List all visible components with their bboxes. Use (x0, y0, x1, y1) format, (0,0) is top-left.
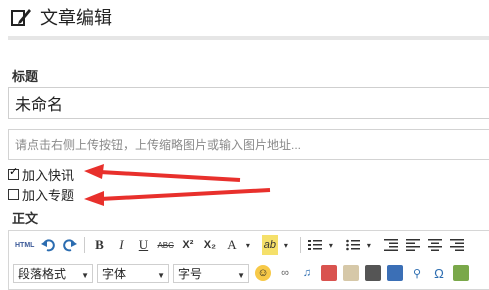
flash-news-checkbox[interactable]: ✓ (8, 166, 19, 180)
ordered-list-icon[interactable] (307, 235, 323, 255)
editor-toolbar-row1: HTML B I U ABC X² X₂ A ▾ ab ▾ ▾ ▾ (9, 231, 489, 259)
chevron-down-icon: ▼ (237, 270, 245, 280)
image-icon[interactable] (321, 265, 337, 281)
page-title: 文章编辑 (40, 8, 112, 28)
chevron-down-icon[interactable]: ▾ (278, 235, 294, 255)
chevron-down-icon[interactable]: ▾ (240, 235, 256, 255)
annotation-arrow-2 (84, 188, 271, 206)
align-right-icon[interactable] (449, 235, 465, 255)
line-height-icon[interactable] (383, 235, 399, 255)
toolbar-separator (84, 237, 86, 253)
music-icon[interactable]: ♫ (299, 265, 315, 281)
undo-icon[interactable] (40, 235, 56, 255)
rich-text-editor[interactable]: HTML B I U ABC X² X₂ A ▾ ab ▾ ▾ ▾ 段落格式 ▼… (8, 230, 489, 290)
thumbnail-url-input[interactable] (8, 129, 489, 160)
chevron-down-icon: ▼ (81, 270, 89, 280)
map-icon[interactable] (387, 265, 403, 281)
body-label: 正文 (12, 211, 39, 226)
superscript-button[interactable]: X² (180, 235, 196, 255)
edit-icon (11, 9, 31, 26)
topic-checkbox[interactable] (8, 189, 19, 200)
font-family-dropdown[interactable]: 字体 ▼ (97, 263, 169, 283)
italic-button[interactable]: I (113, 235, 129, 255)
chevron-down-icon[interactable]: ▾ (361, 235, 377, 255)
bold-button[interactable]: B (91, 235, 107, 255)
special-char-icon[interactable]: Ω (431, 265, 447, 281)
chevron-down-icon[interactable]: ▾ (323, 235, 339, 255)
title-label: 标题 (12, 69, 39, 84)
editor-toolbar-row2: 段落格式 ▼ 字体 ▼ 字号 ▼ ☺ ∞ ♫ ⚲ Ω (9, 261, 489, 285)
strikethrough-button[interactable]: ABC (157, 235, 173, 255)
topic-label: 加入专题 (22, 188, 75, 203)
subscript-button[interactable]: X₂ (202, 235, 218, 255)
option-flash-news[interactable]: ✓ 加入快讯 (8, 165, 74, 184)
html-source-button[interactable]: HTML (15, 242, 34, 249)
paragraph-format-label: 段落格式 (18, 266, 67, 281)
align-left-icon[interactable] (405, 235, 421, 255)
highlight-button[interactable]: ab (261, 235, 278, 255)
font-size-dropdown[interactable]: 字号 ▼ (173, 263, 249, 283)
link-icon[interactable]: ∞ (277, 265, 293, 281)
gallery-icon[interactable] (343, 265, 359, 281)
toolbar-separator (299, 237, 301, 253)
redo-icon[interactable] (62, 235, 78, 255)
font-color-button[interactable]: A (224, 235, 240, 255)
chevron-down-icon: ▼ (157, 270, 165, 280)
video-icon[interactable] (365, 265, 381, 281)
annotation-arrow-1 (84, 164, 241, 182)
attachment-icon[interactable]: ⚲ (409, 265, 425, 281)
align-center-icon[interactable] (427, 235, 443, 255)
flash-news-label: 加入快讯 (22, 168, 75, 183)
font-size-label: 字号 (178, 266, 203, 281)
header-divider (8, 36, 489, 40)
check-icon: ✓ (9, 166, 19, 178)
option-topic[interactable]: 加入专题 (8, 185, 74, 204)
page-header: 文章编辑 (0, 0, 489, 34)
underline-button[interactable]: U (135, 235, 151, 255)
template-icon[interactable] (453, 265, 469, 281)
unordered-list-icon[interactable] (345, 235, 361, 255)
emoji-icon[interactable]: ☺ (255, 265, 271, 281)
font-family-label: 字体 (102, 266, 127, 281)
title-input[interactable] (8, 87, 489, 119)
paragraph-format-dropdown[interactable]: 段落格式 ▼ (13, 263, 93, 283)
